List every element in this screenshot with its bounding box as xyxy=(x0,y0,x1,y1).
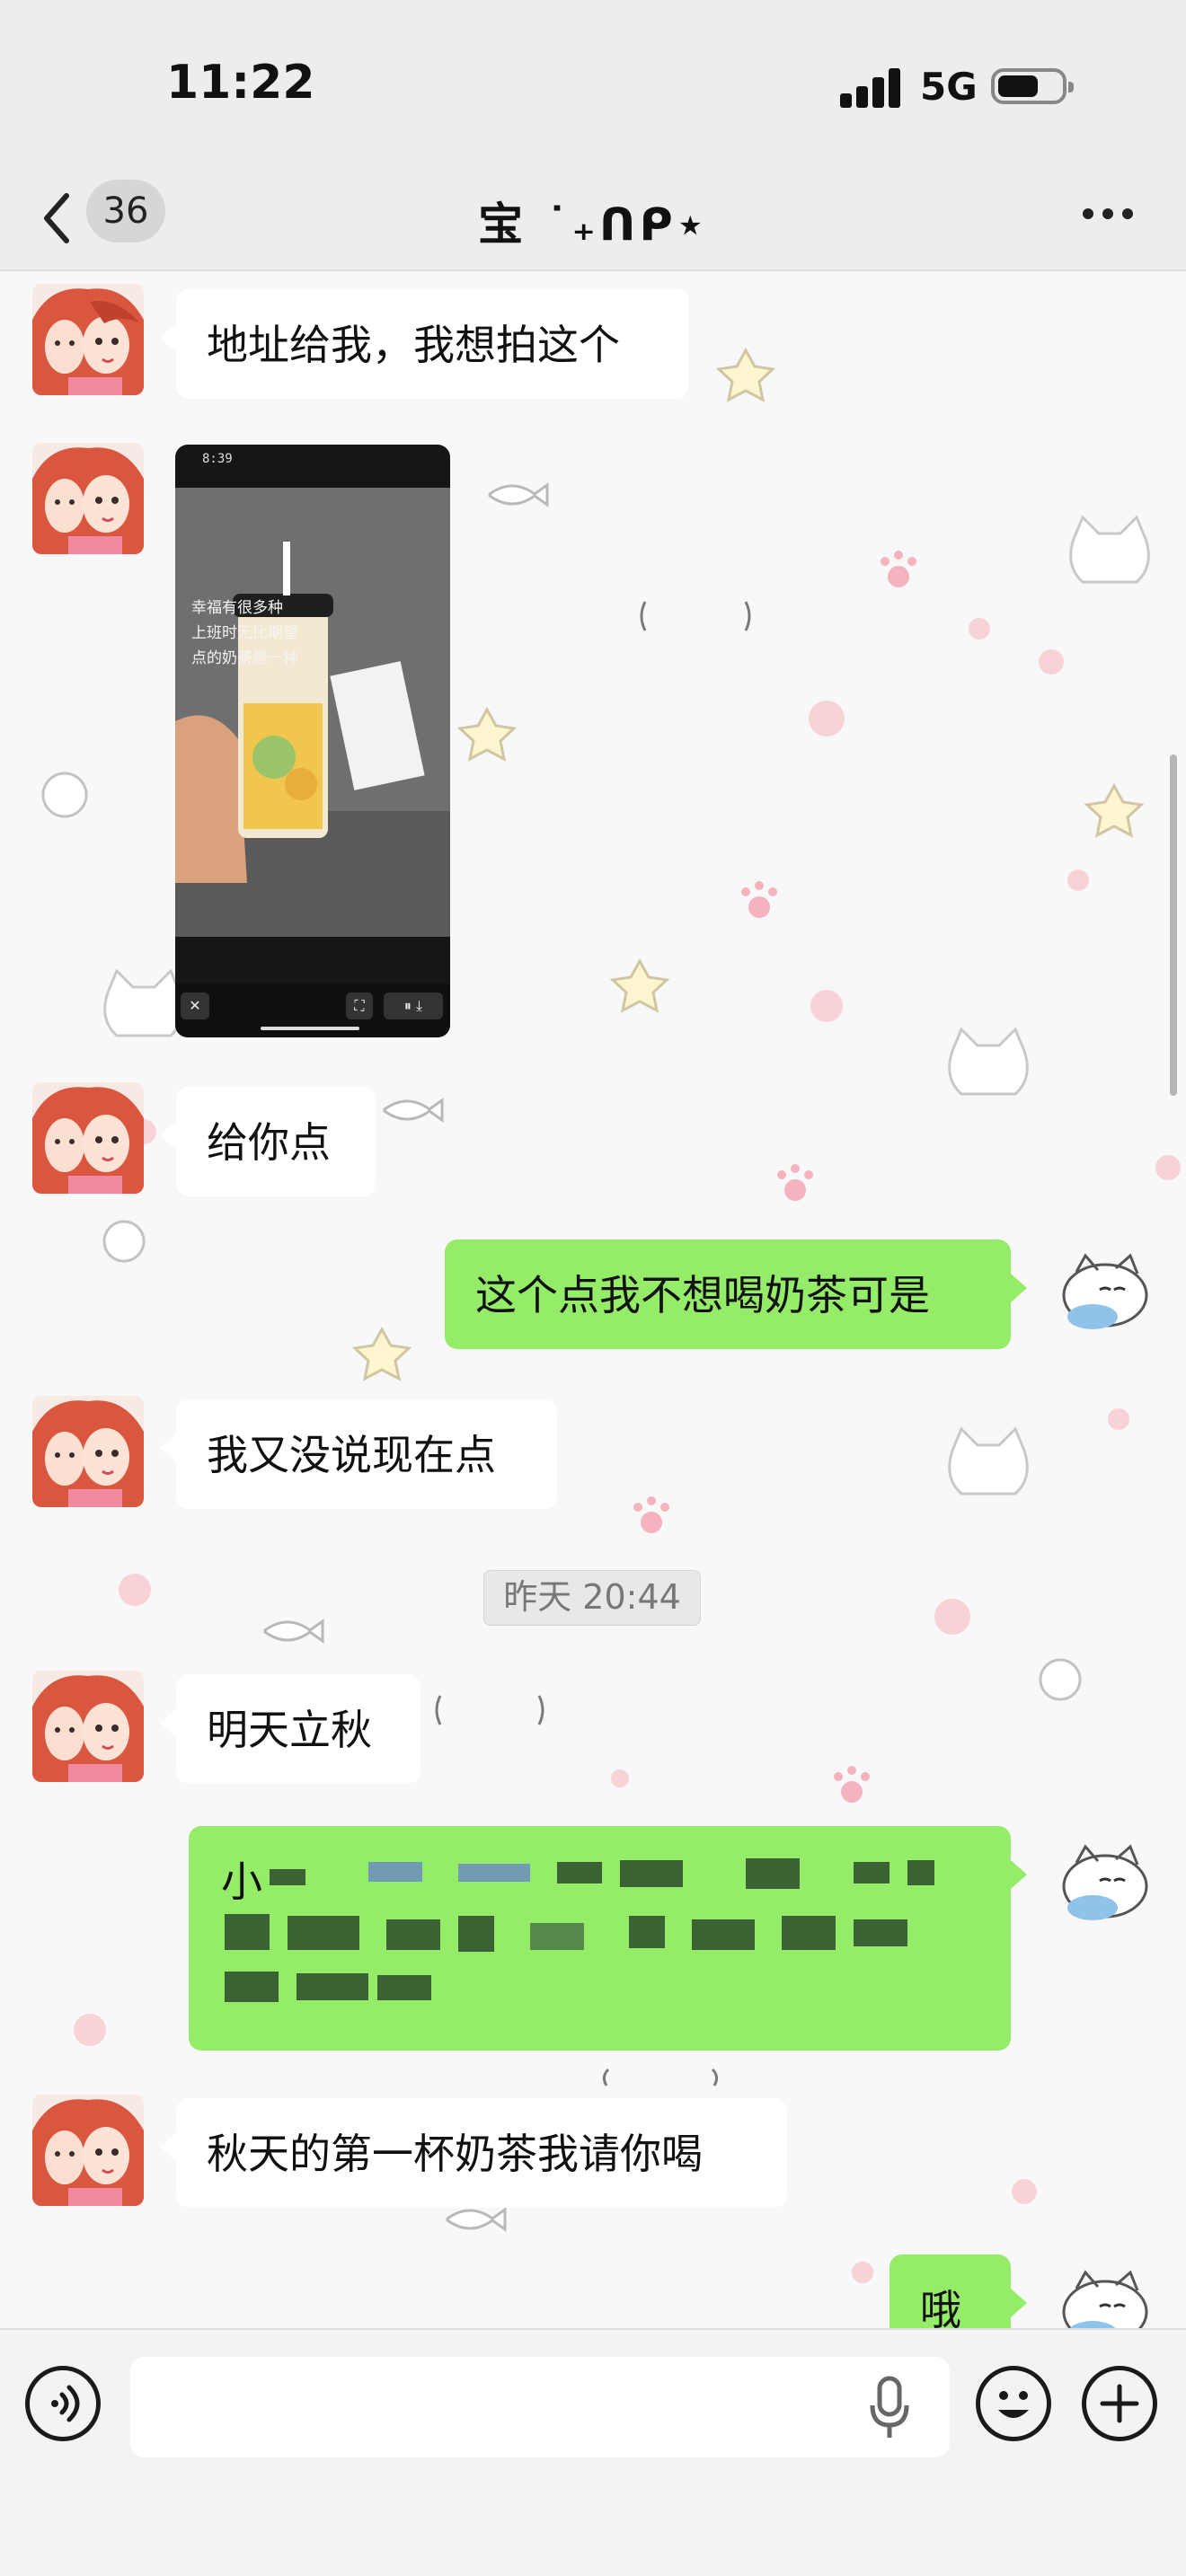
contact-avatar[interactable] xyxy=(32,443,144,554)
home-indicator xyxy=(261,1027,359,1030)
video-caption: 幸福有很多种 上班时无比期望 点的奶茶是一种 xyxy=(191,599,298,667)
status-bar: 11:22 5G xyxy=(0,0,1186,171)
microphone-icon[interactable] xyxy=(867,2375,912,2443)
contact-avatar[interactable] xyxy=(32,2095,144,2206)
signal-icon xyxy=(840,66,903,108)
plus-icon[interactable] xyxy=(1082,2366,1157,2441)
message-text: 我又没说现在点 xyxy=(207,1431,496,1479)
voice-icon[interactable] xyxy=(25,2366,101,2441)
message-bubble[interactable]: 明天立秋 xyxy=(160,1674,420,1784)
my-avatar[interactable] xyxy=(1049,1832,1155,1938)
battery-icon xyxy=(991,68,1074,104)
input-bar xyxy=(0,2328,1186,2576)
message-bubble-self[interactable]: 这个点我不想喝奶茶可是 xyxy=(445,1239,1027,1349)
my-avatar[interactable] xyxy=(1049,1241,1155,1347)
message-bubble[interactable]: 给你点 xyxy=(160,1087,376,1196)
more-dots-icon[interactable] xyxy=(1083,205,1137,223)
message-text: 明天立秋 xyxy=(207,1706,372,1754)
message-timestamp: 昨天 20:44 xyxy=(483,1570,701,1626)
message-bubble[interactable]: 我又没说现在点 xyxy=(160,1399,557,1509)
message-bubble-self[interactable]: 哦 xyxy=(890,2254,1027,2328)
close-icon[interactable]: ✕ xyxy=(181,992,209,1019)
message-text: 地址给我，我想拍这个 xyxy=(207,321,620,369)
status-time: 11:22 xyxy=(166,56,315,110)
pixelated-redaction xyxy=(225,1858,934,2002)
scrollbar[interactable] xyxy=(1170,754,1177,1096)
message-text: 这个点我不想喝奶茶可是 xyxy=(475,1271,930,1319)
message-bubble[interactable]: 秋天的第一杯奶茶我请你喝 xyxy=(160,2098,787,2208)
video-message[interactable]: 8:39 幸福有很多种 上班时无比期望 点的奶茶是一种 ✕ ⛶ ⏸ ⤓ xyxy=(175,445,450,1037)
contact-avatar[interactable] xyxy=(32,1082,144,1194)
contact-avatar[interactable] xyxy=(32,1671,144,1782)
message-text: 哦 xyxy=(920,2286,961,2328)
chat-header: 36 宝 ˙₊ᑎᑭ⋆ xyxy=(0,171,1186,271)
message-text: 秋天的第一杯奶茶我请你喝 xyxy=(207,2130,703,2178)
message-input[interactable] xyxy=(130,2357,950,2457)
emoji-icon[interactable] xyxy=(976,2366,1051,2441)
pause-download-icon[interactable]: ⏸ ⤓ xyxy=(384,992,443,1019)
message-list[interactable]: 地址给我，我想拍这个 8:39 幸福有很多种 上班时无比期望 点的奶茶是一种 ✕… xyxy=(0,269,1186,2328)
video-thumbnail: 幸福有很多种 上班时无比期望 点的奶茶是一种 xyxy=(175,488,450,937)
chat-screen: 11:22 5G 36 宝 ˙₊ᑎᑭ⋆ 地址给我，我想拍这个 8:39 幸福有很… xyxy=(0,0,1186,2576)
expand-icon[interactable]: ⛶ xyxy=(346,992,373,1019)
message-bubble-self-redacted[interactable]: 小 xyxy=(189,1826,1027,2051)
contact-avatar[interactable] xyxy=(32,284,144,395)
contact-avatar[interactable] xyxy=(32,1396,144,1507)
my-avatar[interactable] xyxy=(1049,2258,1155,2328)
message-bubble[interactable]: 地址给我，我想拍这个 xyxy=(160,289,688,399)
chat-title: 宝 ˙₊ᑎᑭ⋆ xyxy=(478,198,708,251)
network-type: 5G xyxy=(920,65,978,109)
video-phone-time: 8:39 xyxy=(202,452,233,466)
message-text: 给你点 xyxy=(207,1118,331,1167)
